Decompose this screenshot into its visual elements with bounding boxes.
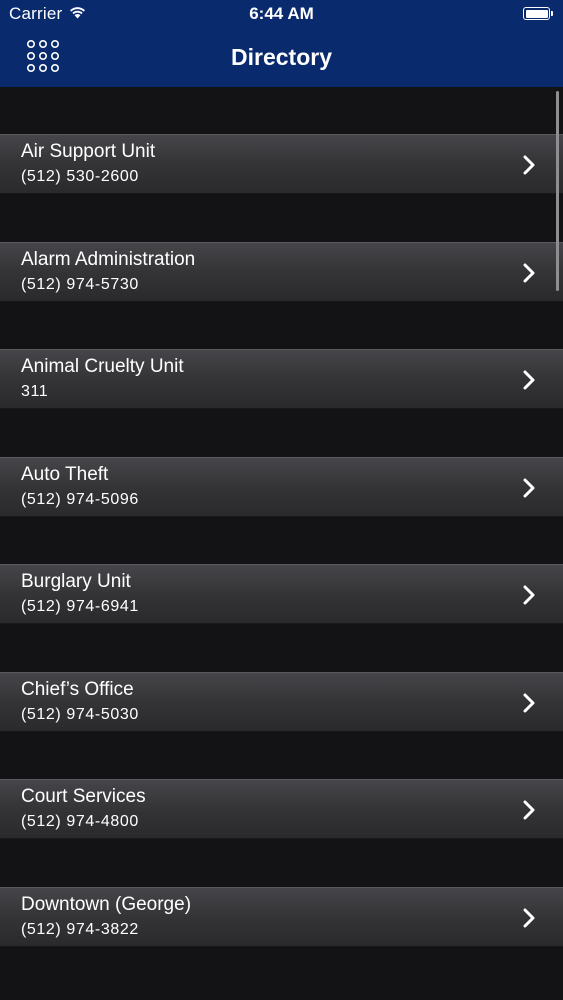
nav-bar: Directory [0, 28, 563, 87]
page-title: Directory [231, 44, 332, 70]
directory-row-name: Auto Theft [21, 464, 109, 485]
directory-row-name: Burglary Unit [21, 571, 131, 592]
scrollbar[interactable] [556, 91, 559, 291]
chevron-right-icon [523, 585, 535, 605]
directory-screen: Carrier 6:44 AM Directory Air Support Un… [0, 0, 563, 1000]
directory-row-name: Animal Cruelty Unit [21, 356, 184, 377]
directory-row[interactable]: Court Services (512) 974-4800 [0, 779, 563, 839]
chevron-right-icon [523, 263, 535, 283]
directory-row-phone: (512) 974-5096 [21, 491, 139, 508]
chevron-right-icon [523, 478, 535, 498]
directory-row-name: Court Services [21, 786, 146, 807]
status-bar: Carrier 6:44 AM [0, 0, 563, 28]
directory-row[interactable]: Auto Theft (512) 974-5096 [0, 457, 563, 517]
battery-level [525, 9, 548, 18]
chevron-right-icon [523, 908, 535, 928]
chevron-right-icon [523, 155, 535, 175]
directory-row-phone: (512) 974-6941 [21, 598, 139, 615]
directory-row-phone: (512) 974-4800 [21, 813, 139, 830]
directory-row[interactable]: Burglary Unit (512) 974-6941 [0, 564, 563, 624]
directory-row-name: Chief’s Office [21, 679, 134, 700]
chevron-right-icon [523, 693, 535, 713]
directory-list[interactable] [0, 87, 563, 1000]
directory-row[interactable]: Air Support Unit (512) 530-2600 [0, 134, 563, 194]
directory-row[interactable]: Alarm Administration (512) 974-5730 [0, 242, 563, 302]
directory-row-name: Alarm Administration [21, 249, 196, 270]
chevron-right-icon [523, 370, 535, 390]
battery-icon [523, 7, 550, 20]
directory-row-phone: (512) 974-5030 [21, 706, 139, 723]
directory-row[interactable]: Chief’s Office (512) 974-5030 [0, 672, 563, 732]
top-bar: Carrier 6:44 AM Directory [0, 0, 563, 87]
directory-row-phone: 311 [21, 383, 49, 400]
status-time: 6:44 AM [249, 4, 314, 23]
directory-row-phone: (512) 974-3822 [21, 921, 139, 938]
directory-row-name: Downtown (George) [21, 894, 192, 915]
directory-row-phone: (512) 530-2600 [21, 168, 139, 185]
directory-row-phone: (512) 974-5730 [21, 276, 139, 293]
directory-row[interactable]: Animal Cruelty Unit 311 [0, 349, 563, 409]
battery-tip [551, 11, 553, 16]
directory-row[interactable]: Downtown (George) (512) 974-3822 [0, 887, 563, 947]
chevron-right-icon [523, 800, 535, 820]
directory-row-name: Air Support Unit [21, 141, 156, 162]
